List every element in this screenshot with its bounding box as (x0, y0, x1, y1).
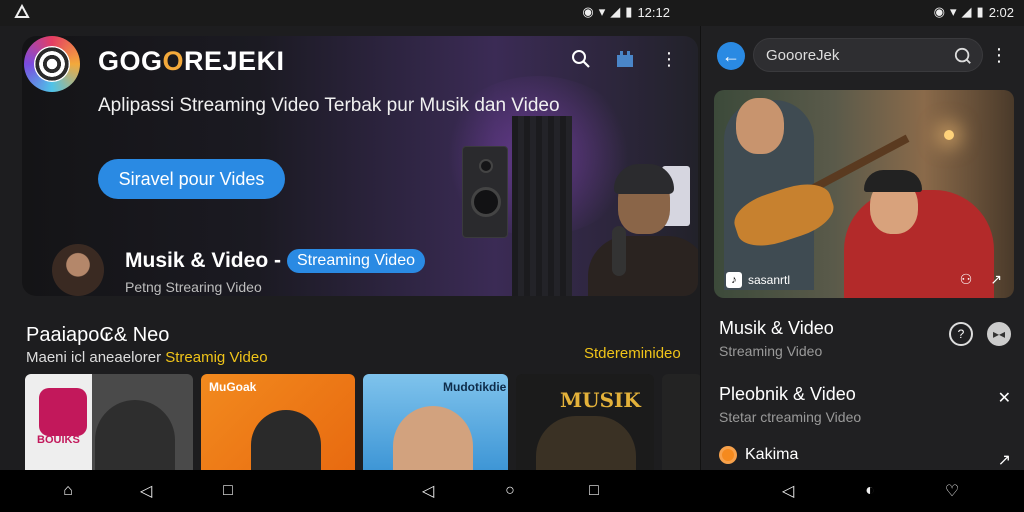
list-item[interactable]: Kakima ↗ (719, 446, 1011, 469)
hero-singer-image (582, 156, 698, 296)
search-icon[interactable] (952, 45, 974, 67)
help-icon[interactable]: ? (949, 322, 973, 346)
cast-icon[interactable] (614, 48, 636, 70)
battery-icon: ▮ (976, 4, 984, 19)
section-see-all-link[interactable]: Stdereminideo (584, 345, 681, 362)
system-nav-bar: ⌂ ◁ □ ◁ ○ □ ◁ ◐ ♡ (0, 470, 1024, 512)
list-item-title: Pleobnik & Video (719, 384, 856, 404)
signal-icon: ◢ (610, 4, 621, 19)
video-thumbnail[interactable]: BOUIKS (25, 374, 193, 470)
dnd-icon: ◉ (933, 4, 945, 19)
nav-back-icon[interactable]: ◁ (136, 481, 156, 501)
featured-title-text: Musik & Video - (125, 249, 281, 272)
wifi-icon: ▾ (598, 4, 606, 19)
cta-button[interactable]: Siravel pour Vides (98, 159, 285, 199)
thumbnail-label: MuGoak (209, 380, 257, 394)
app-title: GOGOREJEKI (98, 46, 285, 76)
top-actions: ⋮ (570, 48, 680, 70)
skip-icon[interactable]: ▸◂ (987, 322, 1011, 346)
video-thumbnail[interactable] (662, 374, 702, 470)
thumbnail-label: MUSIK (560, 388, 641, 412)
home-icon[interactable]: ○ (500, 481, 520, 501)
thumbnail-row: BOUIKS MuGoak Mudotikdie MUSIK (25, 374, 702, 470)
collab-icon[interactable]: ⚇ (960, 271, 973, 288)
more-vert-icon[interactable]: ⋮ (988, 44, 1010, 66)
share-icon[interactable]: ↗ (998, 450, 1011, 470)
search-input[interactable] (766, 46, 946, 64)
status-time: 12:12 (637, 4, 670, 20)
channel-avatar[interactable] (52, 244, 104, 296)
status-bar-left: ◉ ▾ ◢ ▮ 12:12 (0, 0, 700, 26)
video-thumbnail[interactable]: MuGoak (201, 374, 355, 470)
status-time: 2:02 (988, 4, 1014, 20)
signal-icon: ◢ (961, 4, 972, 19)
dnd-icon: ◉ (582, 4, 594, 19)
battery-icon: ▮ (625, 4, 633, 19)
home-icon[interactable]: ⌂ (58, 481, 78, 501)
thumbnail-label: Mudotikdie (443, 380, 507, 394)
app-logo (24, 36, 80, 92)
studio-panels (512, 116, 572, 296)
recents-icon[interactable]: □ (584, 481, 604, 501)
back-arrow-icon[interactable]: ← (717, 42, 745, 70)
video-channel-name: sasanrtl (748, 272, 791, 287)
video-thumbnail[interactable]: MUSIK (516, 374, 654, 470)
nav-back-icon[interactable]: ◁ (418, 481, 438, 501)
streaming-pill[interactable]: Streaming Video (286, 249, 425, 273)
featured-title[interactable]: Musik & Video - Streaming Video (125, 249, 425, 273)
search-field[interactable] (753, 38, 983, 72)
featured-subtitle: Petng Strearing Video (125, 279, 262, 295)
tiktok-icon: ♪ (726, 271, 742, 288)
status-bar-right: ◉ ▾ ◢ ▮ 2:02 (700, 0, 1024, 26)
list-item-title: Kakima (745, 446, 799, 463)
heart-icon[interactable]: ♡ (942, 481, 962, 501)
search-icon[interactable] (570, 48, 592, 70)
tagline: Aplipassi Streaming Video Terbak pur Mus… (98, 95, 560, 116)
list-item[interactable]: Pleobnik & Video Stetar ctreaming Video … (719, 384, 1011, 425)
video-player[interactable]: ♪ sasanrtl ⚇ ↗ (714, 90, 1014, 298)
thumbnail-label: BOUIKS (37, 434, 80, 446)
recents-icon[interactable]: □ (218, 481, 238, 501)
video-thumbnail[interactable]: Mudotikdie (363, 374, 508, 470)
home-icon[interactable]: ◐ (860, 481, 880, 501)
list-item[interactable]: Musik & Video Streaming Video ? ▸◂ (719, 318, 1011, 359)
studio-speaker (462, 146, 508, 238)
shuffle-icon[interactable]: ✕ (998, 388, 1011, 408)
notification-icon (14, 4, 30, 18)
share-icon[interactable]: ↗ (990, 271, 1002, 288)
wifi-icon: ▾ (950, 4, 957, 19)
side-pane: ← ⋮ ♪ sasanrtl ⚇ ↗ Musik & Video Streami… (700, 26, 1024, 470)
section-title: Paaiapo₢& Neo (26, 324, 170, 346)
nav-back-icon[interactable]: ◁ (778, 481, 798, 501)
video-overlay-bar: ♪ sasanrtl ⚇ ↗ (726, 271, 1002, 288)
channel-dot-icon (719, 446, 737, 464)
main-pane: Musik & Video - Streaming Video Petng St… (0, 26, 702, 470)
section-subtitle: Maeni icl aneaelorer Streamig Video (26, 349, 268, 366)
list-item-subtitle: Stetar ctreaming Video (719, 409, 862, 425)
more-vert-icon[interactable]: ⋮ (658, 48, 680, 70)
